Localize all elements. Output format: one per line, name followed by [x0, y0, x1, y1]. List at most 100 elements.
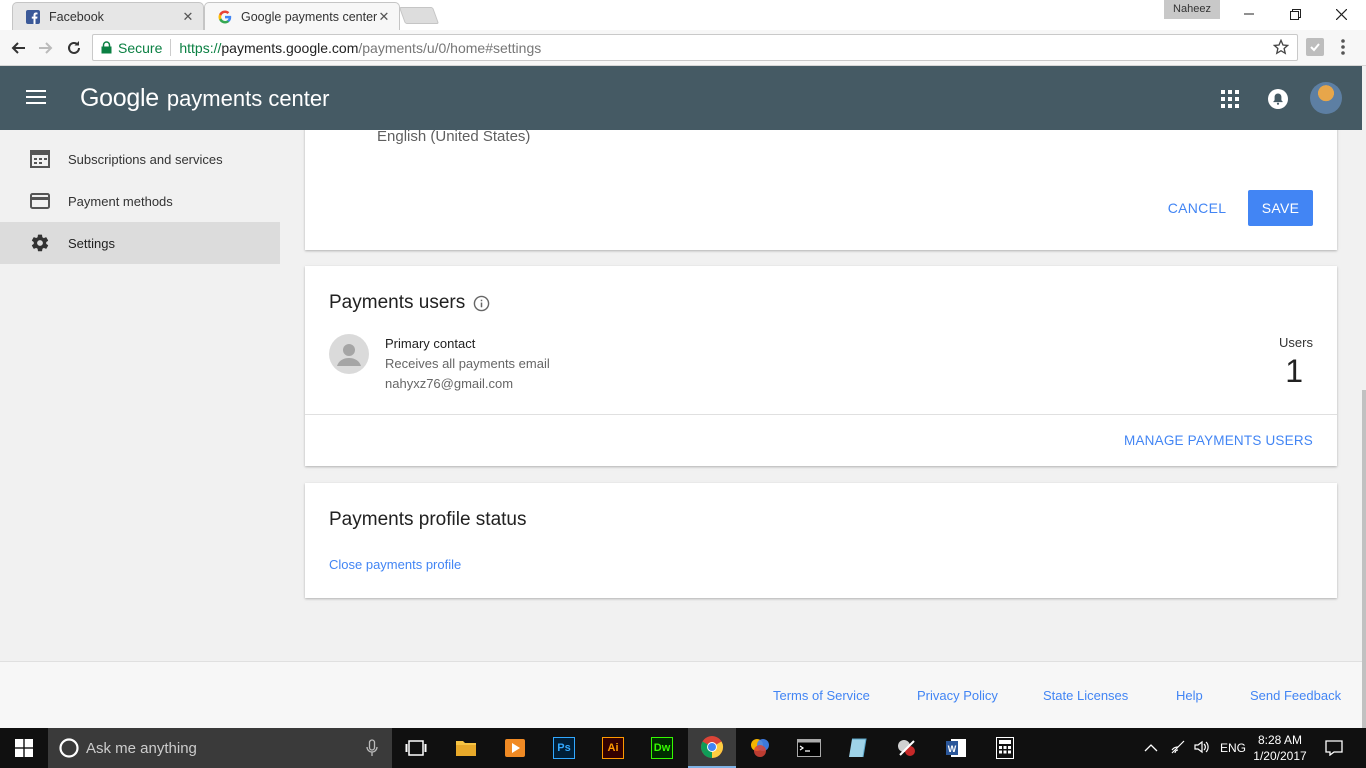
clock-date: 1/20/2017 — [1253, 749, 1307, 763]
volume-icon[interactable] — [1194, 740, 1210, 757]
command-prompt-icon[interactable] — [785, 728, 833, 768]
contact-description: Receives all payments email — [385, 356, 550, 371]
secure-indicator[interactable]: Secure — [101, 40, 162, 56]
subscriptions-icon — [28, 150, 52, 168]
svg-text:W: W — [948, 744, 957, 754]
forward-icon[interactable] — [33, 35, 59, 61]
profile-name[interactable]: Naheez — [1164, 0, 1220, 19]
omnibox-divider — [170, 39, 172, 56]
google-wordmark: Google — [80, 84, 159, 112]
cancel-button[interactable]: CANCEL — [1159, 190, 1235, 226]
tab-google-payments[interactable]: Google payments center ✕ — [204, 2, 400, 30]
contact-name: Primary contact — [385, 336, 476, 351]
taskbar-clock[interactable]: 8:28 AM 1/20/2017 — [1248, 732, 1312, 764]
sidebar-nav: Subscriptions and services Payment metho… — [0, 130, 280, 264]
person-icon — [337, 344, 361, 366]
colorful-app-icon[interactable] — [736, 728, 784, 768]
search-placeholder: Ask me anything — [86, 739, 197, 757]
photoshop-icon[interactable]: Ps — [540, 728, 588, 768]
help-link[interactable]: Help — [1176, 688, 1203, 703]
snipping-tool-icon[interactable] — [883, 728, 931, 768]
users-label: Users — [1279, 335, 1313, 350]
tab-label: Facebook — [49, 9, 104, 24]
sidebar-item-payment-methods[interactable]: Payment methods — [0, 180, 280, 222]
language-settings-card: English (United States) CANCEL SAVE — [305, 130, 1337, 250]
input-language[interactable]: ENG — [1220, 741, 1246, 755]
extension-icon[interactable] — [1306, 38, 1324, 61]
close-tab-icon[interactable]: ✕ — [377, 9, 391, 25]
notifications-bell-icon[interactable] — [1267, 88, 1289, 115]
manage-payments-users-link[interactable]: MANAGE PAYMENTS USERS — [1124, 433, 1313, 448]
windows-taskbar: Ask me anything Ps Ai Dw W ENG 8:28 AM 1… — [0, 728, 1366, 768]
app-header: Google payments center — [0, 66, 1362, 130]
info-icon[interactable] — [473, 295, 490, 312]
gear-icon — [28, 233, 52, 253]
dreamweaver-icon[interactable]: Dw — [638, 728, 686, 768]
payments-users-card: Payments users Primary contact Receives … — [305, 266, 1337, 466]
profile-status-title: Payments profile status — [329, 509, 527, 530]
wifi-icon[interactable] — [1170, 740, 1186, 757]
media-player-icon[interactable] — [491, 728, 539, 768]
windows-start-icon[interactable] — [0, 728, 48, 768]
url-host: payments.google.com — [221, 39, 359, 56]
reload-icon[interactable] — [61, 35, 87, 61]
terms-of-service-link[interactable]: Terms of Service — [773, 688, 870, 703]
sidebar-item-label: Subscriptions and services — [68, 151, 223, 167]
tab-label: Google payments center — [241, 9, 377, 24]
close-payments-profile-link[interactable]: Close payments profile — [329, 557, 461, 572]
file-explorer-icon[interactable] — [442, 728, 490, 768]
word-icon[interactable]: W — [932, 728, 980, 768]
sidebar-item-settings[interactable]: Settings — [0, 222, 280, 264]
secure-label: Secure — [118, 39, 163, 56]
browser-toolbar: Secure https://payments.google.com/payme… — [0, 30, 1366, 66]
url-path: /payments/u/0/home#settings — [358, 39, 542, 56]
credit-card-icon — [28, 193, 52, 209]
calculator-icon[interactable] — [981, 728, 1029, 768]
product-name: payments center — [166, 86, 330, 111]
user-avatar[interactable] — [1310, 82, 1342, 114]
microphone-icon[interactable] — [366, 739, 378, 761]
payments-users-title: Payments users — [329, 292, 466, 313]
cortana-search-box[interactable]: Ask me anything — [48, 728, 392, 768]
url-scheme: https:// — [179, 39, 222, 56]
page-footer: Terms of Service Privacy Policy State Li… — [0, 661, 1362, 728]
restore-icon[interactable] — [1272, 0, 1318, 28]
chevron-up-icon[interactable] — [1144, 741, 1158, 755]
minimize-icon[interactable] — [1226, 0, 1272, 28]
sidebar-item-subscriptions[interactable]: Subscriptions and services — [0, 138, 280, 180]
action-center-icon[interactable] — [1310, 728, 1358, 768]
bookmark-star-icon[interactable] — [1272, 38, 1290, 58]
close-window-icon[interactable] — [1318, 0, 1364, 28]
clock-time: 8:28 AM — [1257, 733, 1303, 747]
users-count: 1 — [1285, 353, 1303, 389]
close-tab-icon[interactable]: ✕ — [181, 9, 195, 25]
profile-status-card: Payments profile status Close payments p… — [305, 483, 1337, 598]
sidebar-item-label: Payment methods — [68, 193, 173, 209]
contact-email: nahyxz76@gmail.com — [385, 376, 514, 391]
card-divider — [305, 414, 1337, 415]
google-icon — [217, 9, 233, 25]
back-icon[interactable] — [5, 35, 31, 61]
contact-avatar — [329, 334, 369, 374]
apps-grid-icon[interactable] — [1221, 90, 1239, 113]
lock-icon — [101, 41, 112, 54]
address-bar[interactable]: Secure https://payments.google.com/payme… — [92, 34, 1298, 61]
selected-language[interactable]: English (United States) — [377, 130, 530, 145]
scrollbar-thumb[interactable] — [1362, 390, 1366, 728]
chrome-menu-icon[interactable] — [1340, 38, 1346, 61]
send-feedback-link[interactable]: Send Feedback — [1250, 688, 1341, 703]
app-logo[interactable]: Google payments center — [80, 84, 329, 113]
privacy-policy-link[interactable]: Privacy Policy — [917, 688, 998, 703]
chrome-taskbar-icon[interactable] — [688, 728, 736, 768]
tab-facebook[interactable]: Facebook ✕ — [12, 2, 204, 30]
hamburger-menu-icon[interactable] — [26, 90, 46, 109]
system-tray: ENG — [1144, 728, 1246, 768]
save-button[interactable]: SAVE — [1248, 190, 1313, 226]
browser-tab-strip: Facebook ✕ Google payments center ✕ Nahe… — [0, 0, 1366, 30]
task-view-icon[interactable] — [392, 728, 440, 768]
facebook-icon — [25, 9, 41, 25]
illustrator-icon[interactable]: Ai — [589, 728, 637, 768]
notes-app-icon[interactable] — [834, 728, 882, 768]
new-tab-button[interactable] — [398, 7, 440, 24]
state-licenses-link[interactable]: State Licenses — [1043, 688, 1128, 703]
